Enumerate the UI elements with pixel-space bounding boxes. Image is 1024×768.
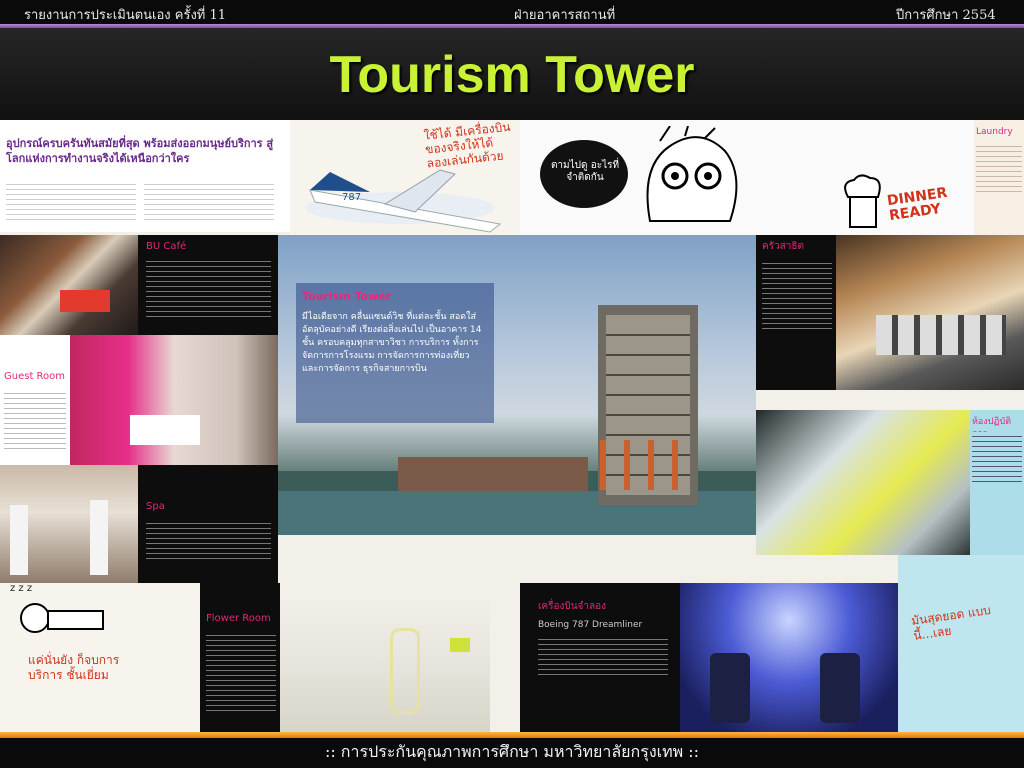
tourism-tower-render: Tourism Tower มีไอเดียจาก คลื่นแซนด์วิช …: [278, 235, 756, 535]
laundry-panel: Laundry: [974, 120, 1024, 235]
intro-text-lines: [6, 180, 136, 222]
header-bar: รายงานการประเมินตนเอง ครั้งที่ 11 ฝ่ายอา…: [0, 0, 1024, 24]
cartoon-panel: ตามไปดู อะไรที่จำติดกัน DINNER READY: [520, 120, 974, 235]
bu-cafe-text-lines: [146, 257, 271, 317]
tourism-tower-desc: มีไอเดียจาก คลื่นแซนด์วิช ที่แต่ละชั้น ส…: [302, 312, 482, 374]
spa-label: Spa: [146, 501, 165, 512]
cafe-chairs: [60, 290, 110, 312]
kitchen-panel: ครัวสาธิต: [756, 235, 836, 390]
laundry-text-lines: [976, 142, 1022, 192]
cabin-seat-2: [820, 653, 860, 723]
speech-bubble-text: ตามไปดู อะไรที่จำติดกัน: [550, 160, 620, 183]
airplane-cabin-panel: เครื่องบินจำลอง Boeing 787 Dreamliner: [520, 583, 680, 732]
page-title: Tourism Tower: [329, 46, 695, 104]
spa-photo: [0, 465, 138, 583]
handwriting-bottom-left: แค่นั่นยัง ก็จบการบริการ ชั้นเยี่ยม: [28, 653, 120, 682]
tourism-tower-label: Tourism Tower: [302, 290, 392, 303]
bu-cafe-panel: BU Café: [138, 235, 278, 335]
bottom-left-cartoon: z z z แค่นั่นยัง ก็จบการบริการ ชั้นเยี่ย…: [0, 583, 200, 732]
intro-panel: อุปกรณ์ครบครันทันสมัยที่สุด พร้อมส่งออกม…: [0, 120, 290, 232]
guest-room-bed: [130, 415, 200, 445]
airplane-cabin-text-lines: [538, 635, 668, 675]
flower-room-photo: [280, 598, 490, 732]
flower-room-panel: Flower Room: [200, 583, 280, 732]
spa-panel: Spa: [138, 465, 278, 583]
header-center-text: ฝ่ายอาคารสถานที่: [514, 8, 616, 23]
spa-curtain: [10, 505, 28, 575]
intro-text-lines-2: [144, 180, 274, 222]
spa-text-lines: [146, 519, 271, 563]
airplane-cabin-photo: [680, 583, 898, 732]
flower-room-text-lines: [206, 631, 276, 711]
guest-room-photo: [70, 335, 278, 465]
footer-text: :: การประกันคุณภาพการศึกษา มหาวิทยาลัยกร…: [0, 738, 1024, 768]
airplane-illustration-area: 787 ใช้ได้ มีเครื่องบิน ของจริงให้ได้ ลอ…: [290, 120, 520, 235]
practice-room-text-lines: [972, 432, 1022, 482]
sleeping-person-icon: [20, 603, 104, 633]
kitchen-photo: [836, 235, 1024, 390]
practice-room-photo: [756, 410, 970, 555]
intro-heading: อุปกรณ์ครบครันทันสมัยที่สุด พร้อมส่งออกม…: [6, 137, 274, 165]
bottom-right-panel: มันสุดยอด แบบนี้...เลย: [898, 555, 1024, 732]
laundry-label: Laundry: [976, 127, 1013, 137]
bu-cafe-photo: [0, 235, 138, 335]
guest-room-text-lines: [4, 389, 66, 453]
cabin-seat: [710, 653, 750, 723]
cartoon-face-icon: [646, 126, 738, 222]
svg-text:787: 787: [342, 192, 361, 203]
flower-room-lamp: [450, 638, 470, 652]
practice-room-panel: ห้องปฏิบัติการ: [970, 410, 1024, 555]
brochure-collage: อุปกรณ์ครบครันทันสมัยที่สุด พร้อมส่งออกม…: [0, 120, 1024, 732]
header-right-text: ปีการศึกษา 2554: [896, 8, 996, 23]
airplane-cabin-desc: Boeing 787 Dreamliner: [538, 620, 643, 630]
guest-room-label: Guest Room: [4, 371, 66, 382]
handwriting-bottom-right: มันสุดยอด แบบนี้...เลย: [910, 602, 992, 643]
airplane-cabin-label: เครื่องบินจำลอง: [538, 601, 607, 612]
spa-curtain-2: [90, 500, 108, 575]
bu-cafe-label: BU Café: [146, 241, 187, 252]
flower-room-label: Flower Room: [206, 613, 271, 624]
chef-hat-icon: [844, 174, 881, 228]
header-left-text: รายงานการประเมินตนเอง ครั้งที่ 11: [24, 8, 227, 23]
kitchen-label: ครัวสาธิต: [762, 241, 804, 252]
kitchen-text-lines: [762, 259, 832, 331]
kitchen-seats: [876, 315, 1006, 355]
flower-room-arch: [390, 628, 420, 714]
dinner-ready-text: DINNER READY: [886, 184, 949, 225]
guest-room-panel: Guest Room: [0, 335, 70, 465]
